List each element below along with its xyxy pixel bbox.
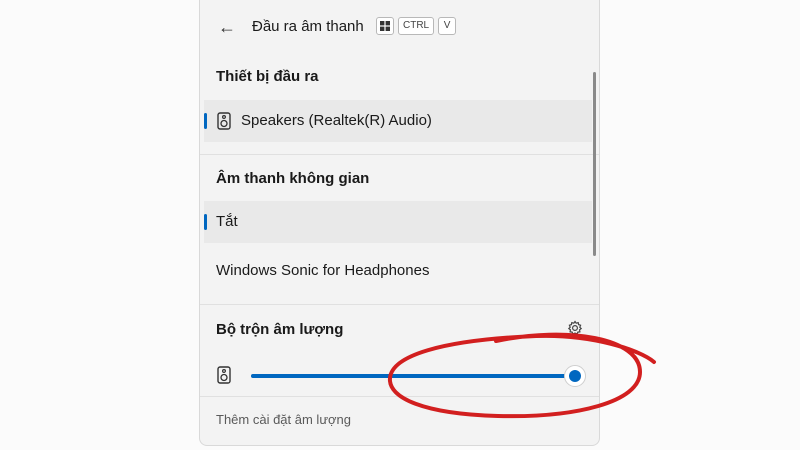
- audio-output-flyout: ← Đầu ra âm thanh CTRL V Thiết bị đầu ra…: [199, 0, 600, 446]
- spatial-sound-option-windows-sonic[interactable]: Windows Sonic for Headphones: [204, 250, 592, 292]
- selected-indicator: [204, 214, 207, 230]
- spatial-sound-option-label: Tắt: [216, 213, 238, 230]
- section-divider: [200, 304, 599, 305]
- scrollbar[interactable]: [593, 72, 596, 256]
- spatial-sound-heading: Âm thanh không gian: [216, 170, 370, 187]
- section-divider: [200, 154, 599, 155]
- section-divider: [200, 396, 599, 397]
- spatial-sound-option-label: Windows Sonic for Headphones: [216, 262, 430, 279]
- volume-slider-thumb[interactable]: [564, 365, 586, 387]
- volume-mixer-heading: Bộ trộn âm lượng: [216, 321, 344, 338]
- more-volume-settings-link[interactable]: Thêm cài đặt âm lượng: [216, 410, 351, 430]
- output-device-label: Speakers (Realtek(R) Audio): [241, 112, 432, 129]
- gear-icon[interactable]: [567, 320, 583, 336]
- ctrl-key: CTRL: [398, 17, 435, 35]
- v-key: V: [438, 17, 457, 35]
- flyout-title: Đầu ra âm thanh: [252, 18, 364, 35]
- flyout-header: ← Đầu ra âm thanh CTRL V: [200, 0, 599, 56]
- output-device-speakers[interactable]: Speakers (Realtek(R) Audio): [204, 100, 592, 142]
- back-arrow-icon[interactable]: ←: [216, 15, 238, 39]
- output-devices-heading: Thiết bị đầu ra: [216, 68, 319, 85]
- keyboard-shortcut: CTRL V: [376, 17, 457, 35]
- volume-slider-fill: [251, 374, 575, 378]
- spatial-sound-option-off[interactable]: Tắt: [204, 201, 592, 243]
- windows-key-icon: [376, 17, 394, 35]
- speaker-icon: [217, 112, 231, 130]
- volume-slider[interactable]: [251, 365, 586, 387]
- speaker-icon[interactable]: [217, 366, 231, 384]
- selected-indicator: [204, 113, 207, 129]
